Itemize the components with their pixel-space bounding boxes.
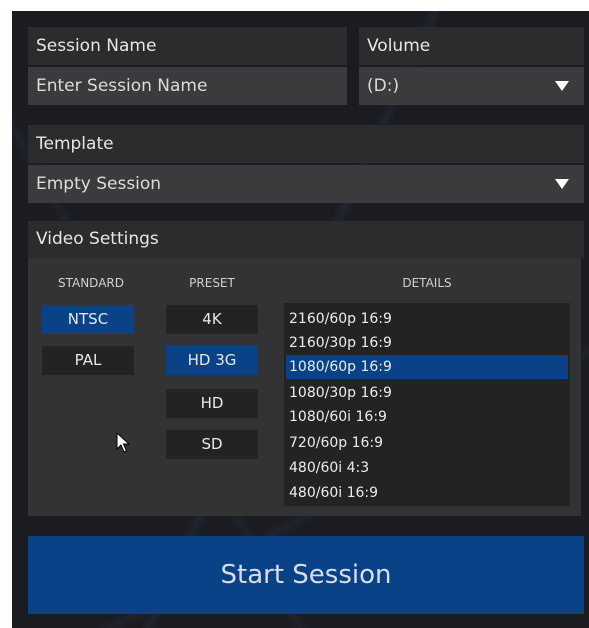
template-select[interactable]: Empty Session <box>28 165 584 203</box>
details-item-selected[interactable]: 1080/60p 16:9 <box>286 355 568 379</box>
details-item[interactable]: 1080/30p 16:9 <box>286 381 568 405</box>
standard-ntsc-button[interactable]: NTSC <box>42 305 134 334</box>
preset-column-header: PRESET <box>189 276 235 290</box>
details-list[interactable]: 2160/60p 16:9 2160/30p 16:9 1080/60p 16:… <box>284 303 570 506</box>
standard-column-header: STANDARD <box>57 276 125 290</box>
triangle-down-icon <box>555 179 569 189</box>
details-item[interactable]: 1080/60i 16:9 <box>286 405 568 429</box>
template-label: Template <box>28 125 584 163</box>
triangle-down-icon <box>555 81 569 91</box>
session-name-input[interactable]: Enter Session Name <box>28 67 347 105</box>
template-value: Empty Session <box>36 174 162 194</box>
preset-hd-button[interactable]: HD <box>166 389 258 418</box>
details-item[interactable]: 2160/30p 16:9 <box>286 331 568 355</box>
standard-pal-button[interactable]: PAL <box>42 346 134 375</box>
start-session-button[interactable]: Start Session <box>28 536 584 614</box>
preset-4k-button[interactable]: 4K <box>166 305 258 334</box>
details-item[interactable]: 2160/60p 16:9 <box>286 307 568 331</box>
session-name-label: Session Name <box>28 27 347 65</box>
volume-value: (D:) <box>367 76 400 96</box>
session-dialog: Session Name Enter Session Name Volume (… <box>12 11 589 628</box>
details-item[interactable]: 720/60p 16:9 <box>286 431 568 455</box>
details-item[interactable]: 480/60i 16:9 <box>286 481 568 505</box>
preset-hd3g-button[interactable]: HD 3G <box>166 346 258 375</box>
preset-sd-button[interactable]: SD <box>166 430 258 459</box>
details-item[interactable]: 480/60i 4:3 <box>286 456 568 480</box>
volume-label: Volume <box>359 27 584 65</box>
video-settings-label: Video Settings <box>28 221 584 258</box>
volume-select[interactable]: (D:) <box>359 67 584 105</box>
details-column-header: DETAILS <box>402 276 452 290</box>
mouse-pointer-icon <box>116 432 130 453</box>
